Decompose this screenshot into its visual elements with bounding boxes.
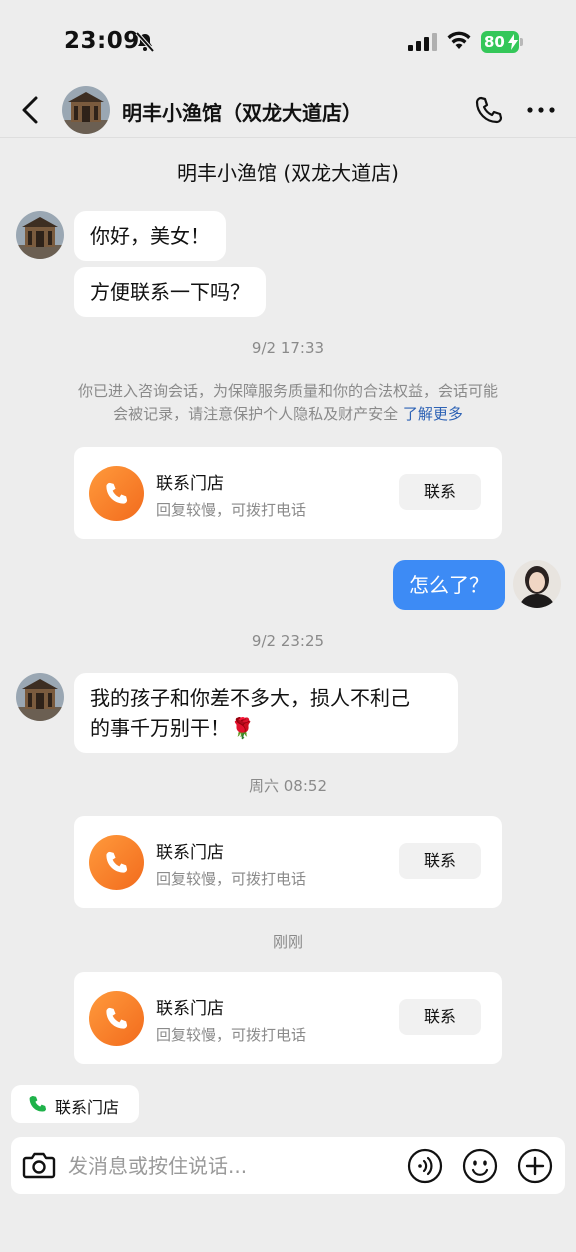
building-icon: [62, 86, 110, 134]
card-subtitle: 回复较慢，可拨打电话: [156, 1026, 307, 1044]
message-bubble[interactable]: 你好，美女！: [74, 211, 226, 261]
chip-label: 联系门店: [55, 1098, 120, 1117]
bell-muted-icon: [135, 31, 155, 53]
status-time: 23:09: [64, 28, 140, 54]
timestamp: 刚刚: [272, 933, 303, 951]
more-options-icon[interactable]: [526, 104, 556, 116]
my-avatar[interactable]: [513, 560, 561, 608]
learn-more-link[interactable]: 了解更多: [403, 405, 463, 423]
contact-button[interactable]: 联系: [399, 843, 481, 879]
battery-level: 80: [484, 33, 505, 51]
notice-line: 你已进入咨询会话，为保障服务质量和你的合法权益，会话可能: [77, 382, 498, 400]
message-input[interactable]: [68, 1151, 388, 1181]
phone-call-icon[interactable]: [474, 95, 504, 125]
quick-contact-store-chip[interactable]: 联系门店: [11, 1085, 139, 1123]
message-line: 我的孩子和你差不多大，损人不利己: [90, 686, 410, 710]
phone-icon: [89, 991, 144, 1046]
my-message-bubble[interactable]: 怎么了？: [393, 560, 505, 610]
shop-name-heading: 明丰小渔馆 (双龙大道店): [177, 161, 399, 185]
card-subtitle: 回复较慢，可拨打电话: [156, 870, 307, 888]
phone-icon: [89, 835, 144, 890]
notice-text: 会被记录，请注意保护个人隐私及财产安全: [113, 405, 399, 423]
privacy-notice: 你已进入咨询会话，为保障服务质量和你的合法权益，会话可能 会被记录，请注意保护个…: [62, 380, 514, 426]
building-icon: [16, 673, 64, 721]
message-input-bar: [11, 1137, 565, 1194]
contact-store-card: 联系门店 回复较慢，可拨打电话 联系: [74, 447, 502, 539]
back-icon[interactable]: [18, 95, 44, 125]
contact-store-card: 联系门店 回复较慢，可拨打电话 联系: [74, 972, 502, 1064]
voice-input-icon[interactable]: [407, 1148, 443, 1184]
shop-avatar[interactable]: [62, 86, 110, 134]
timestamp: 周六 08:52: [249, 777, 327, 795]
camera-icon[interactable]: [22, 1149, 56, 1181]
plus-icon[interactable]: [517, 1148, 553, 1184]
battery-indicator: 80: [481, 31, 523, 53]
emoji-icon[interactable]: [462, 1148, 498, 1184]
charging-bolt-icon: [508, 34, 518, 50]
cellular-signal-icon: [408, 33, 437, 51]
phone-icon: [89, 466, 144, 521]
contact-button[interactable]: 联系: [399, 474, 481, 510]
card-subtitle: 回复较慢，可拨打电话: [156, 501, 307, 519]
timestamp: 9/2 17:33: [251, 339, 325, 357]
message-bubble[interactable]: 方便联系一下吗？: [74, 267, 266, 317]
notice-line-2: 会被记录，请注意保护个人隐私及财产安全 了解更多: [62, 403, 514, 426]
message-line-2: 的事千万别干！🌹: [90, 716, 255, 740]
card-title: 联系门店: [156, 474, 224, 494]
building-icon: [16, 211, 64, 259]
card-title: 联系门店: [156, 843, 224, 863]
timestamp: 9/2 23:25: [251, 632, 325, 650]
user-photo-icon: [513, 560, 561, 608]
wifi-icon: [447, 31, 471, 49]
contact-store-card: 联系门店 回复较慢，可拨打电话 联系: [74, 816, 502, 908]
status-bar: 23:09 80: [0, 0, 576, 84]
sender-avatar[interactable]: [16, 211, 64, 259]
card-title: 联系门店: [156, 999, 224, 1019]
sender-avatar[interactable]: [16, 673, 64, 721]
green-phone-icon: [29, 1096, 46, 1112]
chat-header: 明丰小渔馆（双龙大道店）: [0, 84, 576, 138]
chat-title: 明丰小渔馆（双龙大道店）: [122, 101, 362, 125]
contact-button[interactable]: 联系: [399, 999, 481, 1035]
message-bubble[interactable]: 我的孩子和你差不多大，损人不利己 的事千万别干！🌹: [74, 673, 458, 753]
